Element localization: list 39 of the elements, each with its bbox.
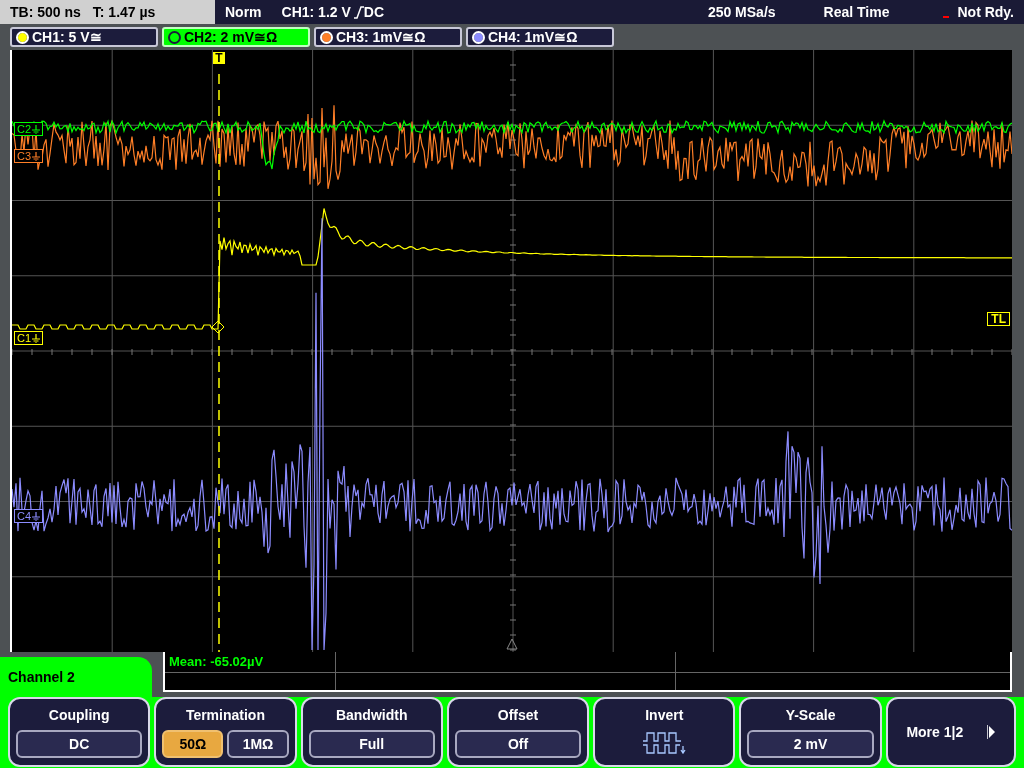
sample-rate: 250 MSa/s xyxy=(707,2,776,22)
softkey-label: Bandwidth xyxy=(335,706,408,725)
trigger-level-marker: TL xyxy=(987,312,1010,326)
invert-icon xyxy=(642,730,687,756)
softkey-label: Y-Scale xyxy=(785,706,836,725)
option-button[interactable]: 50Ω xyxy=(162,730,224,758)
value-button[interactable]: 2 mV xyxy=(747,730,874,758)
channel-marker-label: C3 xyxy=(17,150,32,162)
value-button[interactable]: Full xyxy=(308,730,435,758)
trigger-mode: Norm xyxy=(225,2,262,22)
rising-edge-icon xyxy=(353,5,364,19)
trigger-point-icon xyxy=(211,320,225,334)
trigger-source: CH1: 1.2 V xyxy=(281,2,351,22)
menu-title: Channel 2 xyxy=(8,667,75,687)
channel-marker-label: C4 xyxy=(17,510,32,522)
trigger-marker: T xyxy=(212,52,226,67)
option-button[interactable]: 1MΩ xyxy=(227,730,289,758)
softkey-label: Termination xyxy=(185,706,265,725)
value-button[interactable]: Off xyxy=(454,730,582,758)
trigger-time: T: 1.47 µs xyxy=(92,2,156,22)
channel-marker-label: C1 xyxy=(17,332,32,344)
more-button[interactable]: More 1|2 xyxy=(885,697,1016,767)
arrow-right-icon xyxy=(987,725,996,739)
channel-marker-label: C2 xyxy=(17,123,32,135)
value-button[interactable]: DC xyxy=(16,730,143,758)
mean-measurement: Mean: -65.02µV xyxy=(169,654,264,670)
acquisition-mode: Real Time xyxy=(823,2,890,22)
channel-tab[interactable]: CH4: 1mV≅Ω xyxy=(466,27,614,47)
trigger-coupling: DC xyxy=(363,2,385,22)
invert-button[interactable]: Invert xyxy=(593,697,736,767)
acquisition-state: Not Rdy. xyxy=(957,2,1014,22)
softkey-label: Coupling xyxy=(48,706,110,725)
channel-tab[interactable]: CH1: 5 V≅ xyxy=(10,27,158,47)
timebase-value: TB: 500 ns xyxy=(10,2,81,22)
channel-tab[interactable]: CH2: 2 mV≅Ω xyxy=(162,27,310,47)
channel-tab[interactable]: CH3: 1mV≅Ω xyxy=(314,27,462,47)
softkey-label: Offset xyxy=(497,706,539,725)
center-marker-icon xyxy=(506,638,518,650)
status-indicator-icon xyxy=(943,16,950,18)
